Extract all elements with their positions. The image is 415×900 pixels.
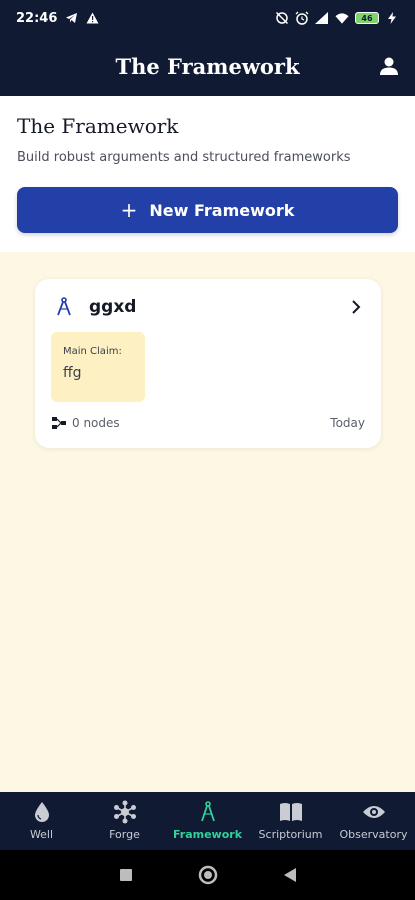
book-icon — [279, 800, 303, 824]
telegram-icon — [64, 11, 78, 25]
nav-label-observatory: Observatory — [339, 828, 408, 841]
claim-value: ffg — [63, 365, 82, 381]
warning-icon — [85, 11, 99, 25]
status-time: 22:46 — [16, 10, 58, 26]
app-title: The Framework — [115, 53, 300, 79]
nav-label-forge: Forge — [109, 828, 140, 841]
header-section: The Framework Build robust arguments and… — [0, 96, 415, 252]
drop-icon — [30, 800, 54, 824]
node-count: 0 nodes — [72, 416, 120, 430]
status-bar: 22:46 46 — [0, 0, 415, 36]
forge-icon — [113, 800, 137, 824]
bottom-nav: Well Forge Framework Scriptorium Observa… — [0, 792, 415, 850]
claim-label: Main Claim: — [63, 346, 122, 357]
nav-item-scriptorium[interactable]: Scriptorium — [249, 792, 332, 850]
card-date: Today — [330, 416, 365, 430]
nav-label-scriptorium: Scriptorium — [258, 828, 323, 841]
home-button[interactable] — [198, 865, 218, 885]
new-framework-label: New Framework — [149, 200, 295, 220]
nav-item-framework[interactable]: Framework — [166, 792, 249, 850]
recent-apps-button[interactable] — [116, 865, 136, 885]
nav-item-observatory[interactable]: Observatory — [332, 792, 415, 850]
signal-icon — [315, 11, 329, 25]
wifi-icon — [335, 11, 349, 25]
user-icon[interactable] — [377, 54, 401, 78]
chevron-right-icon[interactable] — [349, 299, 363, 315]
card-footer: 0 nodes Today — [52, 416, 365, 430]
nav-label-well: Well — [29, 828, 54, 841]
page-title: The Framework — [17, 114, 179, 138]
back-button[interactable] — [280, 865, 300, 885]
card-title: ggxd — [89, 297, 137, 317]
plus-icon: + — [120, 198, 138, 222]
sync-off-icon — [275, 11, 289, 25]
compass-icon — [196, 800, 220, 824]
eye-icon — [362, 800, 386, 824]
battery-icon: 46 — [355, 12, 379, 24]
system-nav-bar — [0, 850, 415, 900]
app-bar: The Framework — [0, 36, 415, 96]
page-subtitle: Build robust arguments and structured fr… — [17, 150, 351, 165]
main-claim-box: Main Claim: ffg — [51, 332, 145, 402]
nav-item-well[interactable]: Well — [0, 792, 83, 850]
charging-icon — [385, 11, 399, 25]
compass-icon — [55, 297, 73, 317]
nav-label-framework: Framework — [172, 828, 243, 841]
nav-item-forge[interactable]: Forge — [83, 792, 166, 850]
nodes-icon — [52, 417, 66, 429]
framework-card[interactable]: ggxd Main Claim: ffg 0 nodes Today — [35, 279, 381, 448]
alarm-icon — [295, 11, 309, 25]
new-framework-button[interactable]: + New Framework — [17, 187, 398, 233]
